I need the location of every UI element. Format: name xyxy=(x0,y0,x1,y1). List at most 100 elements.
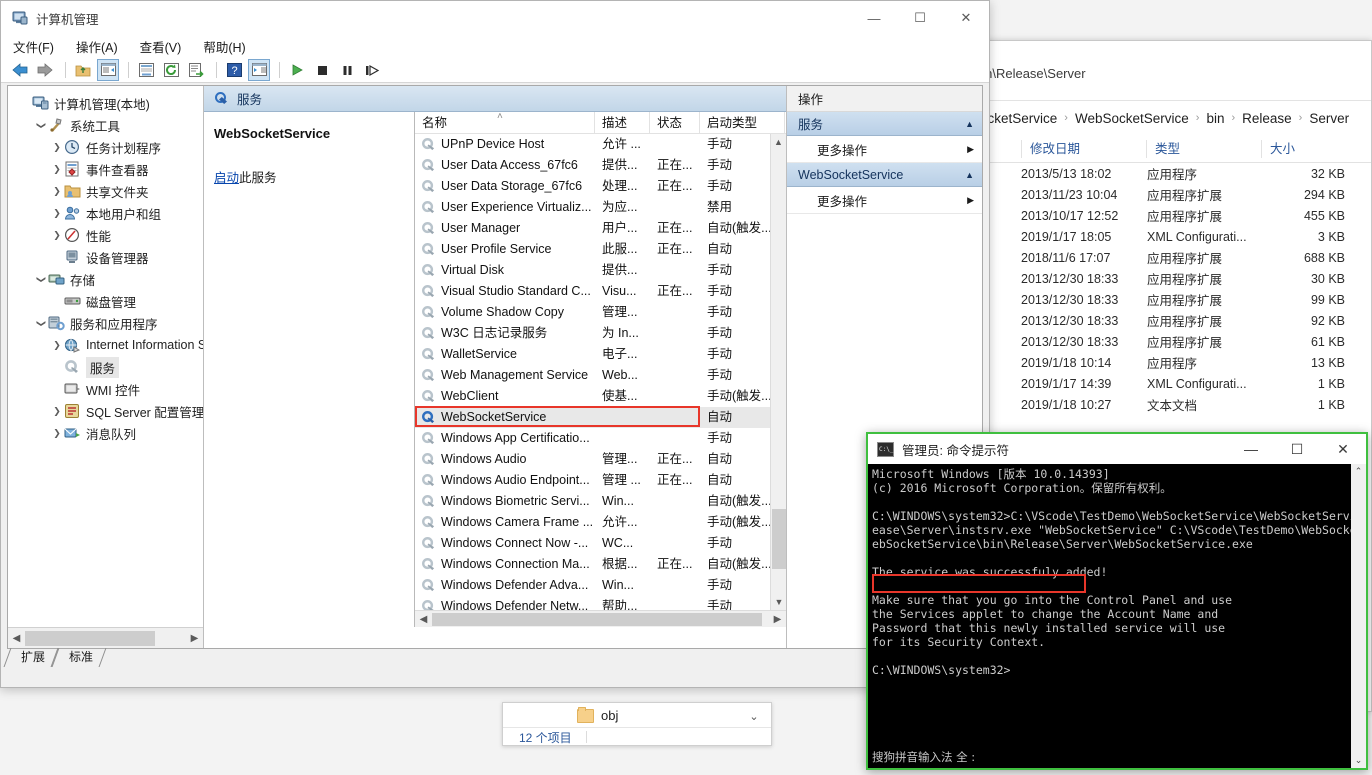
cmd-maximize-button[interactable]: ☐ xyxy=(1274,434,1320,464)
table-row[interactable]: User Profile Service 此服... 正在... 自动 xyxy=(415,239,770,260)
tree-local-users-groups[interactable]: ❯ 本地用户和组 xyxy=(10,202,203,224)
cmd-close-button[interactable]: ✕ xyxy=(1320,434,1366,464)
listview-horizontal-scrollbar[interactable]: ◀ ▶ xyxy=(415,610,786,627)
window-controls[interactable]: — ☐ ✕ xyxy=(851,1,989,35)
tree-disk-management[interactable]: 磁盘管理 xyxy=(10,290,203,312)
tree-root[interactable]: 计算机管理(本地) xyxy=(10,92,203,114)
table-row[interactable]: Windows Defender Adva... Win... 手动 xyxy=(415,575,770,596)
table-row[interactable]: 2013/5/13 18:02 应用程序 32 KB xyxy=(961,163,1371,184)
up-folder-icon[interactable] xyxy=(72,59,94,81)
menu-file[interactable]: 文件(F) xyxy=(13,37,54,56)
table-row[interactable]: User Manager 用户... 正在... 自动(触发... xyxy=(415,218,770,239)
cmd-titlebar[interactable]: 管理员: 命令提示符 — ☐ ✕ xyxy=(868,434,1366,464)
collapse-icon[interactable]: ▲ xyxy=(965,170,974,180)
table-row[interactable]: User Data Storage_67fc6 处理... 正在... 手动 xyxy=(415,176,770,197)
table-row[interactable]: Windows Connect Now -... WC... 手动 xyxy=(415,533,770,554)
chevron-down-icon[interactable]: ❯ xyxy=(34,318,48,329)
show-tree-icon[interactable] xyxy=(97,58,119,81)
col-status[interactable]: 状态 xyxy=(650,112,700,134)
more-actions-websocketservice[interactable]: 更多操作 ▶ xyxy=(787,187,982,214)
table-row[interactable]: Windows Camera Frame ... 允许... 手动(触发... xyxy=(415,512,770,533)
back-icon[interactable] xyxy=(9,59,31,81)
scroll-thumb[interactable] xyxy=(25,630,155,646)
console-output[interactable]: Microsoft Windows [版本 10.0.14393] (c) 20… xyxy=(868,464,1366,768)
table-row[interactable]: 2019/1/17 18:05 XML Configurati... 3 KB xyxy=(961,226,1371,247)
scroll-down-arrow-icon[interactable]: ⌄ xyxy=(1351,753,1366,768)
tree-device-manager[interactable]: 设备管理器 xyxy=(10,246,203,268)
tree-system-tools[interactable]: ❯ 系统工具 xyxy=(10,114,203,136)
chevron-down-icon[interactable]: ❯ xyxy=(34,274,48,285)
tree-performance[interactable]: ❯ 性能 xyxy=(10,224,203,246)
tree-services-and-applications[interactable]: ❯ 服务和应用程序 xyxy=(10,312,203,334)
scroll-up-arrow-icon[interactable]: ▲ xyxy=(771,134,786,150)
actions-groups[interactable]: 服务 ▲ 更多操作 ▶ WebSocketService ▲ 更多操作 ▶ xyxy=(787,112,982,214)
chevron-right-icon[interactable]: ❯ xyxy=(50,406,64,417)
table-row[interactable]: Windows Connection Ma... 根据... 正在... 自动(触发.… xyxy=(415,554,770,575)
scroll-down-arrow-icon[interactable]: ▼ xyxy=(771,594,786,610)
tree-sql-server-config[interactable]: ❯ SQL Server 配置管理器 xyxy=(10,400,203,422)
col-name[interactable]: 名称 ˄ xyxy=(415,112,595,134)
table-row[interactable]: WebSocketService 自动 xyxy=(415,407,770,428)
table-row[interactable]: 2013/11/23 10:04 应用程序扩展 294 KB xyxy=(961,184,1371,205)
scroll-left-arrow-icon[interactable]: ◀ xyxy=(8,629,25,648)
table-row[interactable]: WebClient 使基... 手动(触发... xyxy=(415,386,770,407)
listview-header[interactable]: 名称 ˄ 描述 状态 启动类型 xyxy=(415,112,786,134)
actions-group-services[interactable]: 服务 ▲ xyxy=(787,112,982,136)
tree-task-scheduler[interactable]: ❯ 任务计划程序 xyxy=(10,136,203,158)
chevron-right-icon[interactable]: ❯ xyxy=(50,142,64,153)
table-row[interactable]: 2019/1/18 10:14 应用程序 13 KB xyxy=(961,352,1371,373)
listview-vertical-scrollbar[interactable]: ▲ ▼ xyxy=(770,134,786,610)
restart-service-icon[interactable] xyxy=(361,59,383,81)
submenu-arrow-icon[interactable]: ▶ xyxy=(967,195,974,206)
col-startup-type[interactable]: 启动类型 xyxy=(700,112,785,134)
cmd-minimize-button[interactable]: — xyxy=(1228,434,1274,464)
col-modified-date[interactable]: 修改日期 xyxy=(1021,139,1141,158)
table-row[interactable]: 2013/12/30 18:33 应用程序扩展 30 KB xyxy=(961,268,1371,289)
table-row[interactable]: Windows Biometric Servi... Win... 自动(触发... xyxy=(415,491,770,512)
table-row[interactable]: 2019/1/17 14:39 XML Configurati... 1 KB xyxy=(961,373,1371,394)
col-type[interactable]: 类型 xyxy=(1146,139,1276,158)
breadcrumb-item[interactable]: WebSocketService xyxy=(1075,111,1189,126)
table-row[interactable]: 2018/11/6 17:07 应用程序扩展 688 KB xyxy=(961,247,1371,268)
close-button[interactable]: ✕ xyxy=(943,1,989,35)
chevron-right-icon[interactable]: ❯ xyxy=(50,164,64,175)
chevron-right-icon[interactable]: ❯ xyxy=(50,186,64,197)
export-list-icon[interactable] xyxy=(185,59,207,81)
tree-services[interactable]: 服务 xyxy=(10,356,203,378)
scroll-track[interactable] xyxy=(25,628,186,648)
cmd-window-controls[interactable]: — ☐ ✕ xyxy=(1228,434,1366,464)
list-item[interactable]: obj ⌄ xyxy=(503,703,771,727)
console-tree[interactable]: 计算机管理(本地) ❯ 系统工具 ❯ 任务计划程序 ❯ 事件查看器 ❯ 共享文件夹 ❯ 本地用户和组… xyxy=(8,86,204,648)
properties-icon[interactable] xyxy=(135,59,157,81)
table-row[interactable]: UPnP Device Host 允许 ... 手动 xyxy=(415,134,770,155)
table-row[interactable]: 2013/10/17 12:52 应用程序扩展 455 KB xyxy=(961,205,1371,226)
table-row[interactable]: Windows Audio Endpoint... 管理 ... 正在... 自动 xyxy=(415,470,770,491)
table-row[interactable]: 2013/12/30 18:33 应用程序扩展 92 KB xyxy=(961,310,1371,331)
col-description[interactable]: 描述 xyxy=(595,112,650,134)
computer-management-window[interactable]: 计算机管理 — ☐ ✕ 文件(F) 操作(A) 查看(V) 帮助(H) ? 计算… xyxy=(0,0,990,688)
col-size[interactable]: 大小 xyxy=(1261,139,1353,158)
scroll-right-arrow-icon[interactable]: ▶ xyxy=(186,629,203,648)
tree-shared-folders[interactable]: ❯ 共享文件夹 xyxy=(10,180,203,202)
more-actions-services[interactable]: 更多操作 ▶ xyxy=(787,136,982,163)
collapse-icon[interactable]: ▲ xyxy=(965,119,974,129)
command-prompt-window[interactable]: 管理员: 命令提示符 — ☐ ✕ Microsoft Windows [版本 1… xyxy=(866,432,1368,770)
tree-iis[interactable]: ❯ Internet Information S xyxy=(10,334,203,356)
actions-group-websocketservice[interactable]: WebSocketService ▲ xyxy=(787,163,982,187)
table-row[interactable]: 2013/12/30 18:33 应用程序扩展 61 KB xyxy=(961,331,1371,352)
table-row[interactable]: Virtual Disk 提供... 手动 xyxy=(415,260,770,281)
chevron-right-icon[interactable]: ❯ xyxy=(50,208,64,219)
start-service-icon[interactable] xyxy=(286,59,308,81)
table-row[interactable]: Volume Shadow Copy 管理... 手动 xyxy=(415,302,770,323)
services-pane[interactable]: 服务 WebSocketService 启动此服务 名称 ˄ 描述 状态 启动类型 UP… xyxy=(204,86,786,648)
start-service-link[interactable]: 启动 xyxy=(214,171,239,185)
minimize-button[interactable]: — xyxy=(851,1,897,35)
pause-service-icon[interactable] xyxy=(336,59,358,81)
explorer-address-bar[interactable]: SocketService › WebSocketService › bin › Relea… xyxy=(961,101,1371,135)
forward-icon[interactable] xyxy=(34,59,56,81)
table-row[interactable]: WalletService 电子... 手动 xyxy=(415,344,770,365)
table-row[interactable]: User Data Access_67fc6 提供... 正在... 手动 xyxy=(415,155,770,176)
scroll-up-arrow-icon[interactable]: ⌃ xyxy=(1351,464,1366,479)
table-row[interactable]: W3C 日志记录服务 为 In... 手动 xyxy=(415,323,770,344)
table-row[interactable]: User Experience Virtualiz... 为应... 禁用 xyxy=(415,197,770,218)
